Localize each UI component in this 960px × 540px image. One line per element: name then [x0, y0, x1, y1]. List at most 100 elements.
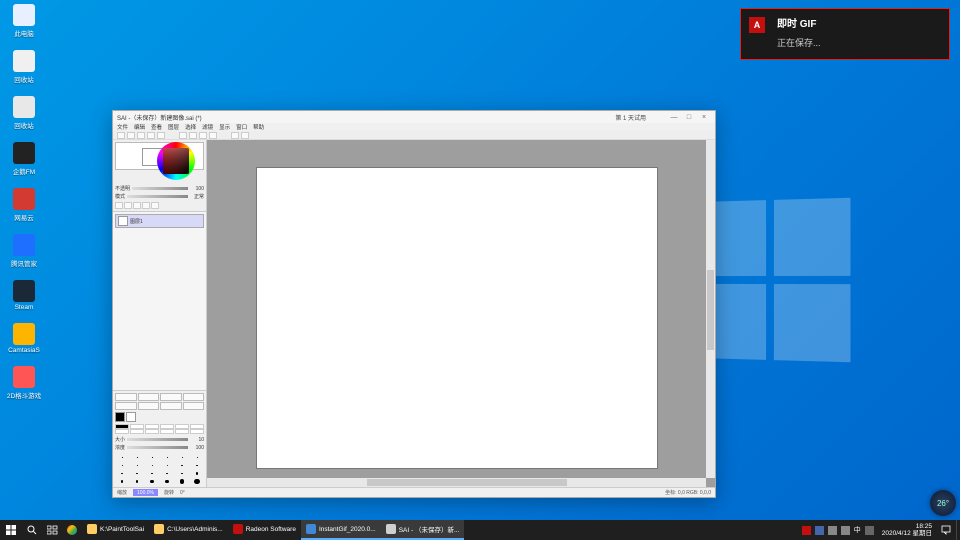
brush-preset[interactable]: [115, 470, 129, 477]
swatch[interactable]: [115, 424, 129, 429]
tool-button[interactable]: [115, 402, 137, 410]
brush-preset[interactable]: [190, 470, 204, 477]
desktop-icon[interactable]: CamtasiaS: [4, 323, 44, 354]
tool-button[interactable]: [115, 393, 137, 401]
zoom-value[interactable]: 100.0%: [133, 489, 158, 496]
scrollbar-thumb[interactable]: [707, 270, 714, 350]
toolbar-button[interactable]: [231, 132, 239, 139]
task-view-button[interactable]: [42, 520, 62, 540]
brush-preset[interactable]: [175, 470, 189, 477]
toolbar-button[interactable]: [127, 132, 135, 139]
tool-button[interactable]: [160, 402, 182, 410]
brush-preset[interactable]: [160, 470, 174, 477]
brush-preset[interactable]: [160, 454, 174, 461]
sai-canvas-viewport[interactable]: [207, 140, 715, 487]
brush-preset[interactable]: [115, 454, 129, 461]
swatch[interactable]: [175, 429, 189, 434]
weather-badge[interactable]: 26°: [930, 490, 956, 516]
brush-preset[interactable]: [115, 462, 129, 469]
tool-button[interactable]: [138, 393, 160, 401]
swatch[interactable]: [130, 429, 144, 434]
brush-preset[interactable]: [175, 462, 189, 469]
taskbar-task[interactable]: Radeon Software: [228, 520, 301, 540]
brush-preset[interactable]: [160, 462, 174, 469]
minimize-button[interactable]: —: [667, 112, 681, 122]
menu-item[interactable]: 查看: [151, 123, 162, 131]
action-center-button[interactable]: [936, 520, 956, 540]
taskbar-task[interactable]: K:\PaintToolSai: [82, 520, 149, 540]
desktop-icon[interactable]: Steam: [4, 280, 44, 311]
tool-button[interactable]: [160, 393, 182, 401]
menu-item[interactable]: 滤镜: [202, 123, 213, 131]
swatch[interactable]: [160, 429, 174, 434]
maximize-button[interactable]: □: [682, 112, 696, 122]
desktop-icon[interactable]: 企鹅FM: [4, 142, 44, 176]
ime-indicator[interactable]: 中: [854, 525, 861, 535]
menu-item[interactable]: 文件: [117, 123, 128, 131]
taskbar-clock[interactable]: 18:25 2020/4/12 星期日: [878, 523, 936, 537]
toolbar-button[interactable]: [189, 132, 197, 139]
brush-preset[interactable]: [130, 454, 144, 461]
swatch[interactable]: [160, 424, 174, 429]
swatch[interactable]: [175, 424, 189, 429]
brush-size-slider[interactable]: [127, 438, 188, 441]
toolbar-button[interactable]: [241, 132, 249, 139]
brush-preset[interactable]: [190, 478, 204, 485]
tray-ime-icon[interactable]: [865, 526, 874, 535]
taskbar-task[interactable]: SAI - （未保存）新...: [381, 520, 465, 540]
layer-new-button[interactable]: [115, 202, 123, 209]
swatch[interactable]: [130, 424, 144, 429]
scrollbar-thumb[interactable]: [367, 479, 567, 486]
tray-amd-icon[interactable]: [802, 526, 811, 535]
brush-preset[interactable]: [130, 462, 144, 469]
background-color[interactable]: [126, 412, 136, 422]
brush-preset[interactable]: [190, 462, 204, 469]
menu-item[interactable]: 窗口: [236, 123, 247, 131]
color-wheel[interactable]: [157, 142, 195, 180]
toolbar-button[interactable]: [137, 132, 145, 139]
toolbar-button[interactable]: [157, 132, 165, 139]
desktop-icon[interactable]: 腾讯管家: [4, 234, 44, 268]
swatch[interactable]: [145, 424, 159, 429]
canvas[interactable]: [257, 168, 657, 468]
tray-icon[interactable]: [815, 526, 824, 535]
brush-preset[interactable]: [175, 454, 189, 461]
menu-item[interactable]: 选择: [185, 123, 196, 131]
layer-item[interactable]: 图层1: [115, 214, 204, 228]
desktop-icon[interactable]: 此电脑: [4, 4, 44, 38]
swatch[interactable]: [190, 424, 204, 429]
menu-item[interactable]: 显示: [219, 123, 230, 131]
brush-preset[interactable]: [145, 454, 159, 461]
desktop-icon[interactable]: 回收站: [4, 50, 44, 84]
tray-network-icon[interactable]: [841, 526, 850, 535]
layer-mask-button[interactable]: [133, 202, 141, 209]
layer-group-button[interactable]: [124, 202, 132, 209]
layer-delete-button[interactable]: [142, 202, 150, 209]
brush-preset[interactable]: [145, 462, 159, 469]
menu-item[interactable]: 帮助: [253, 123, 264, 131]
desktop-icon[interactable]: 网易云: [4, 188, 44, 222]
opacity-slider[interactable]: [132, 187, 188, 190]
tool-button[interactable]: [138, 402, 160, 410]
desktop-icon[interactable]: 回收站: [4, 96, 44, 130]
menu-item[interactable]: 图层: [168, 123, 179, 131]
taskbar-task[interactable]: InstantGif_2020.0...: [301, 520, 381, 540]
search-button[interactable]: [22, 520, 42, 540]
desktop-icon[interactable]: 2D格斗游戏: [4, 366, 44, 400]
toolbar-button[interactable]: [209, 132, 217, 139]
brush-density-slider[interactable]: [127, 446, 188, 449]
tray-volume-icon[interactable]: [828, 526, 837, 535]
brush-preset[interactable]: [145, 478, 159, 485]
brush-preset[interactable]: [130, 470, 144, 477]
toolbar-button[interactable]: [117, 132, 125, 139]
toolbar-button[interactable]: [147, 132, 155, 139]
taskbar-task[interactable]: C:\Users\Adminis...: [149, 520, 228, 540]
swatch[interactable]: [115, 429, 129, 434]
layer-merge-button[interactable]: [151, 202, 159, 209]
toolbar-button[interactable]: [199, 132, 207, 139]
notification-toast[interactable]: A 即时 GIF 正在保存...: [740, 8, 950, 60]
brush-preset[interactable]: [115, 478, 129, 485]
sai-titlebar[interactable]: SAI -（未保存）新建图像.sai (*) 第 1 天试用 — □ ×: [113, 111, 715, 123]
brush-preset[interactable]: [175, 478, 189, 485]
tool-button[interactable]: [183, 402, 205, 410]
